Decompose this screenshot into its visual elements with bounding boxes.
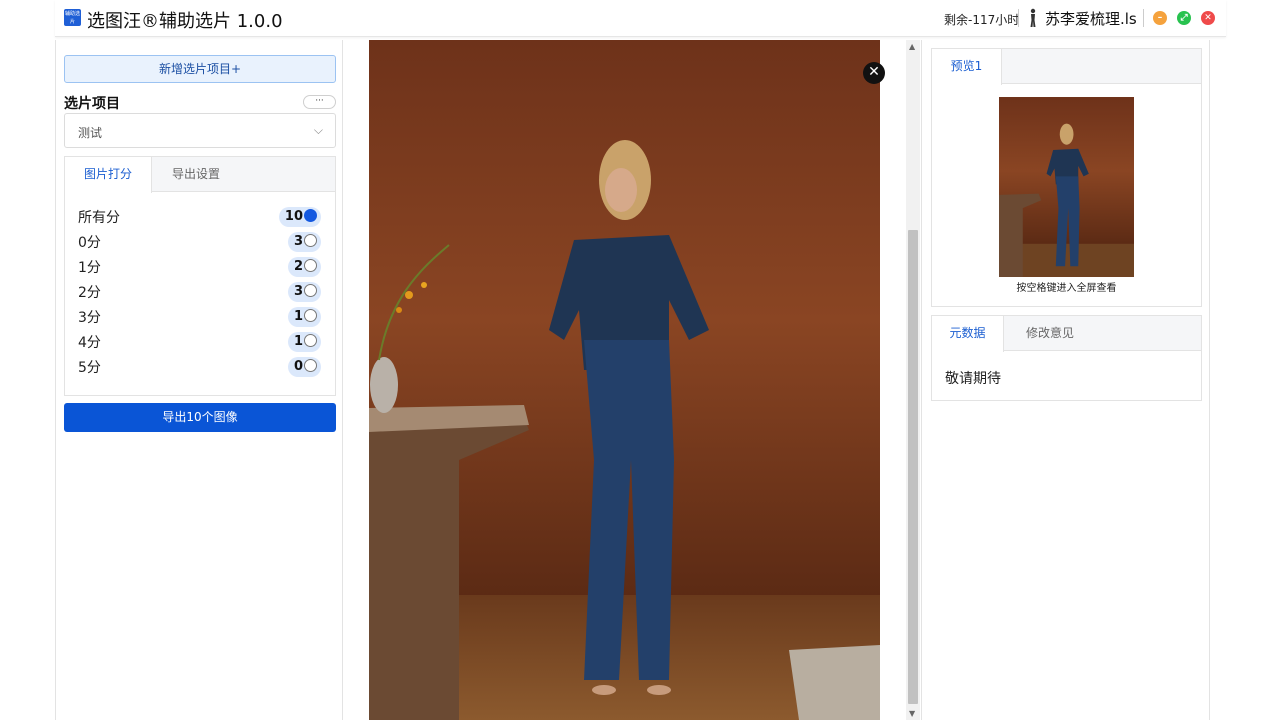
- project-select-value: 测试: [78, 126, 103, 140]
- app-title: 选图汪®辅助选片 1.0.0: [87, 11, 283, 32]
- close-icon: ✕: [1204, 13, 1212, 23]
- score-label: 3分: [78, 310, 101, 326]
- score-row[interactable]: 4分 1: [65, 330, 335, 352]
- left-panel: 新增选片项目+ 选片项目 ··· 测试 ⌵ 图片打分 导出设置 所有分 10 0分 3…: [55, 40, 343, 720]
- metadata-tabs: 元数据 修改意见: [932, 316, 1201, 352]
- preview-tabs: 预览1: [932, 49, 1201, 85]
- radio-icon[interactable]: [304, 259, 317, 272]
- tab-metadata[interactable]: 元数据: [932, 316, 1004, 352]
- scroll-up-icon[interactable]: ▲: [909, 42, 915, 51]
- radio-icon[interactable]: [304, 359, 317, 372]
- maximize-button[interactable]: ⤢: [1177, 11, 1191, 25]
- chevron-down-icon: ⌵: [313, 123, 323, 137]
- photo-image: [369, 40, 880, 720]
- right-panel: 预览1 按空格键进入全屏查看 元数据 修改意见 敬请期待: [921, 40, 1210, 720]
- tab-preview-1[interactable]: 预览1: [932, 49, 1002, 85]
- radio-icon[interactable]: [304, 309, 317, 322]
- score-count: 2: [293, 259, 303, 274]
- close-photo-button[interactable]: ✕: [863, 62, 885, 84]
- score-tabs: 图片打分 导出设置: [65, 157, 335, 193]
- score-row[interactable]: 1分 2: [65, 255, 335, 277]
- score-panel: 图片打分 导出设置 所有分 10 0分 3 1分 2 2分 3 3分 1 4分 1 5分 0: [64, 156, 336, 396]
- score-count: 1: [293, 309, 303, 324]
- radio-icon[interactable]: [304, 284, 317, 297]
- maximize-icon: ⤢: [1180, 13, 1188, 23]
- score-row[interactable]: 5分 0: [65, 355, 335, 377]
- score-row[interactable]: 0分 3: [65, 230, 335, 252]
- divider: [1018, 9, 1019, 27]
- tab-revision-notes[interactable]: 修改意见: [1004, 316, 1096, 351]
- score-count-badge[interactable]: 3: [287, 232, 321, 252]
- title-bar: 辅助选片 选图汪®辅助选片 1.0.0 剩余-117小时 苏李爱梳理.ls – …: [55, 0, 1226, 37]
- section-title: 选片项目: [64, 96, 120, 112]
- score-count: 0: [293, 359, 303, 374]
- score-count: 3: [293, 284, 303, 299]
- score-row[interactable]: 所有分 10: [65, 205, 335, 227]
- score-label: 0分: [78, 235, 101, 251]
- score-label: 1分: [78, 260, 101, 276]
- new-project-button[interactable]: 新增选片项目+: [64, 55, 336, 83]
- scrollbar[interactable]: ▲ ▼: [906, 40, 920, 720]
- score-count-badge[interactable]: 10: [278, 207, 321, 227]
- tab-image-score[interactable]: 图片打分: [65, 157, 152, 193]
- scroll-down-icon[interactable]: ▼: [909, 709, 915, 718]
- scroll-thumb[interactable]: [908, 230, 918, 704]
- radio-icon[interactable]: [304, 334, 317, 347]
- metadata-text: 敬请期待: [945, 371, 1001, 387]
- score-count: 3: [293, 234, 303, 249]
- score-label: 所有分: [78, 210, 120, 226]
- remaining-time: 剩余-117小时: [944, 13, 1020, 27]
- score-label: 4分: [78, 335, 101, 351]
- preview-panel: 预览1 按空格键进入全屏查看: [931, 48, 1202, 307]
- radio-selected-icon[interactable]: [304, 209, 317, 222]
- app-logo-icon: 辅助选片: [64, 9, 81, 26]
- minimize-button[interactable]: –: [1153, 11, 1167, 25]
- score-count-badge[interactable]: 2: [287, 257, 321, 277]
- score-count-badge[interactable]: 1: [287, 332, 321, 352]
- score-row[interactable]: 3分 1: [65, 305, 335, 327]
- export-button[interactable]: 导出10个图像: [64, 403, 336, 432]
- score-row[interactable]: 2分 3: [65, 280, 335, 302]
- score-label: 5分: [78, 360, 101, 376]
- project-select[interactable]: 测试 ⌵: [64, 113, 336, 148]
- divider: [1143, 9, 1144, 27]
- metadata-panel: 元数据 修改意见 敬请期待: [931, 315, 1202, 401]
- tab-export-settings[interactable]: 导出设置: [152, 157, 240, 192]
- more-options-button[interactable]: ···: [303, 95, 336, 109]
- close-window-button[interactable]: ✕: [1201, 11, 1215, 25]
- preview-hint: 按空格键进入全屏查看: [1016, 283, 1117, 294]
- user-name[interactable]: 苏李爱梳理.ls: [1045, 8, 1137, 29]
- main-photo[interactable]: [369, 40, 880, 720]
- score-count: 10: [284, 209, 303, 224]
- score-count-badge[interactable]: 3: [287, 282, 321, 302]
- user-icon: [1030, 8, 1036, 27]
- preview-thumbnail[interactable]: [999, 97, 1134, 277]
- score-count: 1: [293, 334, 303, 349]
- score-label: 2分: [78, 285, 101, 301]
- score-count-badge[interactable]: 1: [287, 307, 321, 327]
- thumbnail-image: [999, 97, 1134, 277]
- score-count-badge[interactable]: 0: [287, 357, 321, 377]
- minimize-icon: –: [1157, 13, 1163, 23]
- radio-icon[interactable]: [304, 234, 317, 247]
